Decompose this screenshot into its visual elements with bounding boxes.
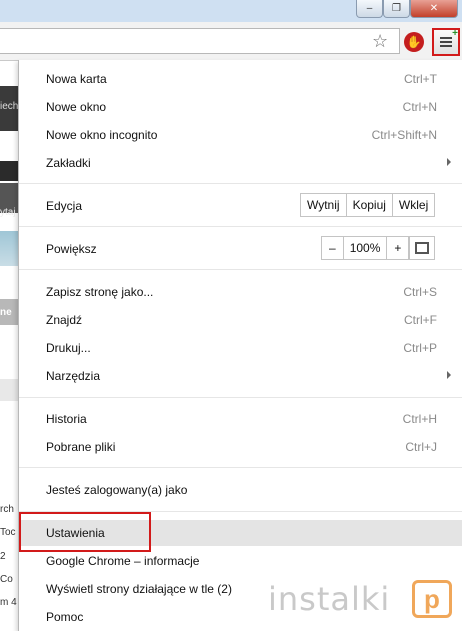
menu-item-shortcut: Ctrl+F [404,313,437,327]
menu-item-tools[interactable]: Narzędzia [19,363,462,389]
zoom-out-button[interactable]: – [322,237,343,259]
zoom-in-button[interactable]: + [386,237,408,259]
menu-item-shortcut: Ctrl+T [404,72,437,86]
paste-button[interactable]: Wklej [391,194,434,216]
address-bar[interactable] [0,28,400,54]
menu-item-shortcut: Ctrl+H [402,412,437,426]
submenu-arrow-icon [447,158,451,166]
menu-item-bookmarks[interactable]: Zakładki [19,150,462,176]
submenu-arrow-icon [447,371,451,379]
menu-item-shortcut: Ctrl+J [405,440,437,454]
adblock-extension-icon[interactable]: ✋ [404,32,424,52]
menu-item-label: Drukuj... [46,341,91,355]
copy-button[interactable]: Kopiuj [345,194,392,216]
page-content-behind: iech ytaj ne rch Toc 2 Co m 4 [0,61,18,631]
menu-item-shortcut: Ctrl+P [403,341,437,355]
watermark-text: instalki [268,580,391,618]
menu-separator [19,397,462,398]
watermark-logo-icon: p [412,580,452,618]
page-image-band [0,231,18,266]
maximize-button[interactable]: ❐ [383,0,410,18]
menu-item-signed-in[interactable]: Jesteś zalogowany(a) jako [19,477,462,503]
menu-item-save-page[interactable]: Zapisz stronę jako... Ctrl+S [19,279,462,305]
menu-item-label: Narzędzia [46,369,101,383]
close-window-button[interactable]: ✕ [410,0,458,18]
page-fragment: iech [0,101,18,112]
menu-separator [19,183,462,184]
menu-item-label: Zakładki [46,156,91,170]
hand-icon: ✋ [406,35,422,49]
zoom-button-group: – 100% + [321,236,410,260]
zoom-level: 100% [342,237,387,259]
watermark: instalki p [262,578,458,622]
page-fragment: m 4 [0,597,17,608]
menu-item-shortcut: Ctrl+Shift+N [371,128,437,142]
menu-item-label: Znajdź [46,313,83,327]
menu-item-label: Nowe okno [46,100,107,114]
menu-separator [19,269,462,270]
page-fragment: 2 [0,551,6,562]
menu-item-label: Edycja [46,199,83,213]
restore-icon: ❐ [392,3,401,14]
menu-item-label: Nowa karta [46,72,107,86]
edit-button-group: Wytnij Kopiuj Wklej [300,193,436,217]
menu-item-label: Historia [46,412,87,426]
menu-item-label: Pobrane pliki [46,440,116,454]
menu-item-label: Jesteś zalogowany(a) jako [46,483,188,497]
menu-item-shortcut: Ctrl+S [403,285,437,299]
minimize-button[interactable]: – [356,0,383,18]
page-fragment: rch [0,504,14,515]
close-icon: ✕ [429,3,439,14]
page-fragment: ne [0,307,12,318]
minimize-icon: – [366,3,373,14]
star-icon[interactable]: ☆ [372,30,388,52]
menu-item-new-tab[interactable]: Nowa karta Ctrl+T [19,66,462,92]
menu-item-label: Google Chrome – informacje [46,554,200,568]
page-light-band [0,379,18,401]
window-titlebar: – ❐ ✕ [0,0,462,22]
fullscreen-button[interactable] [409,236,435,260]
browser-toolbar: ☆ ✋ + [0,22,462,61]
menu-item-label: Nowe okno incognito [46,128,158,142]
menu-separator [19,226,462,227]
menu-item-shortcut: Ctrl+N [402,100,437,114]
menu-separator [19,467,462,468]
menu-item-label: Zapisz stronę jako... [46,285,154,299]
menu-item-history[interactable]: Historia Ctrl+H [19,406,462,432]
settings-highlight-box [19,512,151,552]
hamburger-menu-icon [440,37,452,47]
update-badge-icon: + [452,28,458,39]
menu-item-label: Pomoc [46,610,84,624]
menu-item-label: Powiększ [46,242,97,256]
cut-button[interactable]: Wytnij [301,194,346,216]
chrome-menu-button[interactable]: + [432,28,460,56]
menu-item-find[interactable]: Znajdź Ctrl+F [19,307,462,333]
page-fragment: ytaj [0,207,16,218]
menu-item-incognito[interactable]: Nowe okno incognito Ctrl+Shift+N [19,122,462,148]
menu-item-downloads[interactable]: Pobrane pliki Ctrl+J [19,434,462,460]
menu-item-new-window[interactable]: Nowe okno Ctrl+N [19,94,462,120]
menu-item-label: Wyświetl strony działające w tle (2) [46,582,232,596]
page-fragment: Toc [0,527,16,538]
page-dark-band [0,161,18,181]
menu-item-print[interactable]: Drukuj... Ctrl+P [19,335,462,361]
page-fragment: Co [0,574,13,585]
